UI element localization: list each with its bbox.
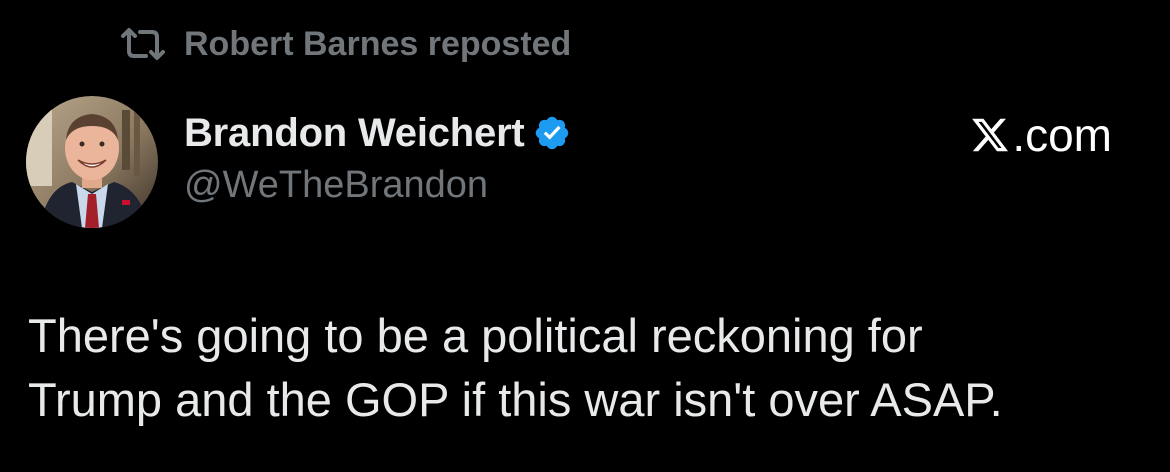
repost-icon — [120, 26, 166, 62]
x-logo-icon — [970, 115, 1010, 155]
avatar-photo-icon — [26, 96, 158, 228]
repost-label: Robert Barnes reposted — [184, 24, 572, 63]
watermark-domain: .com — [1012, 109, 1112, 161]
author-display-name[interactable]: Brandon Weichert — [184, 111, 525, 156]
author-handle[interactable]: @WeTheBrandon — [184, 164, 571, 207]
tweet-card[interactable]: Robert Barnes reposted Brandon Weichert … — [0, 0, 1170, 472]
repost-indicator[interactable]: Robert Barnes reposted — [120, 22, 571, 66]
post-text: There's going to be a political reckonin… — [28, 309, 1003, 426]
avatar[interactable] — [26, 96, 158, 228]
verified-badge-icon[interactable] — [533, 114, 571, 152]
author-info: Brandon Weichert @WeTheBrandon — [184, 108, 571, 207]
name-row: Brandon Weichert — [184, 108, 571, 158]
x-com-watermark: .com — [970, 109, 1112, 161]
